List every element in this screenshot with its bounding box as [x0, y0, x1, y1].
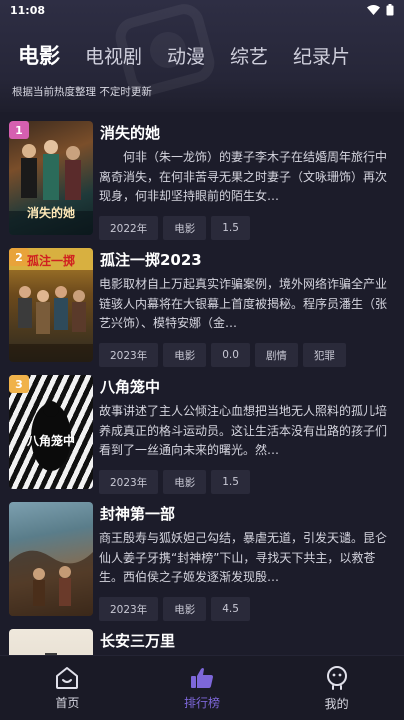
list-item[interactable]: 2 孤注一掷 孤注一掷2023 电影取材自上万起真实诈骗案例，境外网络诈骗全产业… — [0, 239, 404, 367]
screen: 11:08 电影 电视剧 动漫 综艺 纪录片 根据当前热度整理 不定时更新 1 … — [0, 0, 404, 720]
movie-description: 何非（朱一龙饰）的妻子李木子在结婚周年旅行中离奇消失，在何非苦寻无果之时妻子（文… — [99, 150, 388, 203]
list-item[interactable]: 长安三万里 — [0, 620, 404, 655]
score-tag: 1.5 — [211, 470, 250, 494]
nav-home[interactable]: 首页 — [17, 666, 117, 711]
tab-variety[interactable]: 综艺 — [230, 42, 268, 69]
genre-tag: 犯罪 — [302, 343, 346, 367]
movie-poster[interactable]: 3 八角笼中 — [9, 375, 93, 489]
movie-title[interactable]: 长安三万里 — [100, 630, 175, 651]
tag-row: 2023年 电影 1.5 — [99, 470, 250, 494]
score-tag: 0.0 — [211, 343, 250, 367]
poster-art — [45, 653, 57, 655]
poster-title: 消失的她 — [26, 206, 75, 220]
status-bar: 11:08 — [0, 0, 404, 20]
bottom-nav: 首页 排行榜 我的 — [0, 655, 404, 720]
movie-title[interactable]: 消失的她 — [100, 122, 160, 143]
tab-documentary[interactable]: 纪录片 — [293, 42, 350, 69]
year-tag: 2023年 — [99, 470, 159, 494]
tag-row: 2023年 电影 0.0 剧情 犯罪 — [99, 343, 346, 367]
score-tag: 1.5 — [211, 216, 250, 240]
tag-row: 2022年 电影 1.5 — [99, 216, 250, 240]
tag-row: 2023年 电影 4.5 — [99, 597, 250, 621]
genre-tag: 剧情 — [254, 343, 298, 367]
movie-description: 商王殷寿与狐妖妲己勾结，暴虐无道，引发天谴。昆仑仙人姜子牙携“封神榜”下山，寻找… — [99, 531, 388, 584]
nav-profile[interactable]: 我的 — [287, 665, 387, 712]
nav-label: 排行榜 — [183, 695, 220, 710]
battery-icon — [386, 4, 394, 16]
movie-title[interactable]: 孤注一掷2023 — [100, 249, 202, 270]
rank-badge: 3 — [9, 375, 29, 393]
list-item[interactable]: 封神第一部 商王殷寿与狐妖妲己勾结，暴虐无道，引发天谴。昆仑仙人姜子牙携“封神榜… — [0, 493, 404, 621]
thumbs-up-icon — [190, 667, 213, 688]
wifi-icon — [367, 5, 380, 15]
nav-ranking[interactable]: 排行榜 — [152, 666, 252, 711]
list-subtitle: 根据当前热度整理 不定时更新 — [12, 86, 152, 98]
tab-movie[interactable]: 电影 — [18, 40, 60, 70]
year-tag: 2023年 — [99, 597, 159, 621]
movie-poster[interactable]: 2 孤注一掷 — [9, 248, 93, 362]
movie-description: 电影取材自上万起真实诈骗案例，境外网络诈骗全产业链骇人内幕将在大银幕上首度被揭秘… — [99, 277, 388, 330]
movie-description: 故事讲述了主人公倾注心血想把当地无人照料的孤儿培养成真正的格斗运动员。这让生活本… — [99, 404, 388, 457]
nav-label: 我的 — [324, 696, 349, 711]
type-tag: 电影 — [163, 470, 207, 494]
year-tag: 2022年 — [99, 216, 159, 240]
nav-label: 首页 — [55, 695, 80, 710]
list-item[interactable]: 1 消失的她 消失的她 何非（朱一龙饰）的妻子李木子在结婚周年旅行中离奇消失，在… — [0, 112, 404, 240]
movie-title[interactable]: 封神第一部 — [100, 503, 175, 524]
movie-poster[interactable]: 1 消失的她 — [9, 121, 93, 235]
category-tabs: 电影 电视剧 动漫 综艺 纪录片 — [18, 40, 375, 70]
tab-tv-series[interactable]: 电视剧 — [85, 42, 142, 69]
header: 11:08 电影 电视剧 动漫 综艺 纪录片 根据当前热度整理 不定时更新 — [0, 0, 404, 112]
year-tag: 2023年 — [99, 343, 159, 367]
score-tag: 4.5 — [211, 597, 250, 621]
poster-title: 孤注一掷 — [26, 254, 75, 268]
type-tag: 电影 — [163, 343, 207, 367]
movie-poster[interactable] — [9, 629, 93, 655]
home-icon — [56, 666, 79, 689]
poster-title: 八角笼中 — [26, 434, 75, 448]
movie-poster[interactable] — [9, 502, 93, 616]
ranking-list[interactable]: 1 消失的她 消失的她 何非（朱一龙饰）的妻子李木子在结婚周年旅行中离奇消失，在… — [0, 112, 404, 655]
type-tag: 电影 — [163, 216, 207, 240]
profile-icon — [326, 665, 347, 690]
rank-badge: 1 — [9, 121, 29, 139]
tab-anime[interactable]: 动漫 — [167, 42, 205, 69]
status-icons — [367, 4, 394, 16]
status-time: 11:08 — [10, 3, 46, 17]
movie-title[interactable]: 八角笼中 — [100, 376, 160, 397]
type-tag: 电影 — [163, 597, 207, 621]
poster-art — [9, 550, 93, 616]
list-item[interactable]: 3 八角笼中 八角笼中 故事讲述了主人公倾注心血想把当地无人照料的孤儿培养成真正… — [0, 366, 404, 494]
